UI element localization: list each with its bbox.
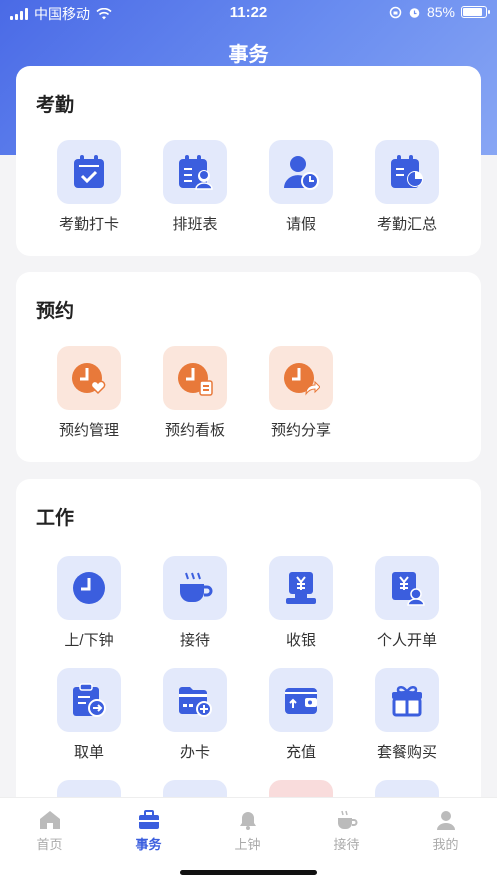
recharge-button[interactable]: 充值 — [248, 668, 354, 762]
attendance-summary-button[interactable]: 考勤汇总 — [354, 140, 460, 234]
briefcase-icon — [138, 810, 159, 829]
item-label: 收银 — [285, 632, 316, 649]
status-bar: 中国移动 11:22 85% — [0, 0, 497, 26]
person-order-icon — [392, 572, 425, 606]
item-label: 考勤打卡 — [58, 216, 119, 233]
section-title: 考勤 — [36, 95, 75, 116]
calendar-chart-icon — [391, 155, 423, 188]
home-indicator — [180, 870, 317, 875]
clock-heart-icon — [72, 363, 106, 395]
tab-label: 接待 — [333, 837, 360, 852]
attendance-checkin-button[interactable]: 考勤打卡 — [36, 140, 142, 234]
home-icon — [39, 811, 60, 829]
page-title: 事务 — [228, 44, 269, 66]
tab-mine[interactable]: 我的 — [396, 810, 495, 853]
item-label: 接待 — [179, 632, 210, 649]
bottom-tab-bar: 首页 事务 上钟 接待 我的 — [0, 797, 497, 883]
take-order-button[interactable]: 取单 — [36, 668, 142, 762]
bell-icon — [239, 812, 256, 830]
calendar-person-icon — [179, 155, 213, 190]
teacup-icon — [337, 810, 357, 829]
gift-icon — [392, 686, 422, 717]
teacup-icon — [180, 572, 213, 602]
cashier-button[interactable]: 收银 — [248, 556, 354, 650]
issue-card-button[interactable]: 办卡 — [142, 668, 248, 762]
tab-affairs[interactable]: 事务 — [99, 810, 198, 853]
item-label: 上/下钟 — [64, 632, 114, 649]
cashier-icon — [286, 572, 316, 604]
tab-label: 我的 — [432, 837, 459, 852]
item-label: 请假 — [285, 216, 316, 233]
person-clock-icon — [284, 156, 319, 190]
tab-clock-on[interactable]: 上钟 — [198, 810, 297, 853]
item-label: 预约看板 — [164, 422, 225, 439]
clock-board-icon — [178, 363, 213, 396]
calendar-check-icon — [74, 155, 104, 188]
section-title: 预约 — [36, 301, 75, 322]
appointment-share-button[interactable]: 预约分享 — [248, 346, 354, 440]
item-label: 个人开单 — [376, 632, 437, 649]
item-label: 充值 — [285, 744, 316, 761]
battery-icon — [461, 6, 490, 18]
card-add-icon — [179, 687, 212, 717]
item-label: 预约分享 — [270, 422, 331, 439]
rotation-lock-icon — [389, 6, 402, 18]
section-attendance: 考勤 考勤打卡 排班表 请假 考勤汇总 — [16, 66, 481, 256]
reception-button[interactable]: 接待 — [142, 556, 248, 650]
leave-button[interactable]: 请假 — [248, 140, 354, 234]
tab-label: 首页 — [36, 837, 63, 852]
schedule-button[interactable]: 排班表 — [142, 140, 248, 234]
personal-order-button[interactable]: 个人开单 — [354, 556, 460, 650]
battery-percent: 85% — [426, 4, 455, 20]
clock-icon — [73, 572, 105, 604]
wallet-icon — [285, 688, 317, 714]
section-appointment: 预约 预约管理 预约看板 预约分享 — [16, 272, 481, 462]
appointment-manage-button[interactable]: 预约管理 — [36, 346, 142, 440]
item-label: 取单 — [73, 744, 104, 761]
clock-in-out-button[interactable]: 上/下钟 — [36, 556, 142, 650]
item-label: 排班表 — [172, 216, 218, 233]
tab-label: 上钟 — [234, 837, 261, 852]
clipboard-arrow-icon — [73, 683, 106, 717]
item-label: 办卡 — [179, 744, 210, 761]
package-purchase-button[interactable]: 套餐购买 — [354, 668, 460, 762]
clock-share-icon — [284, 363, 320, 396]
section-title: 工作 — [36, 508, 75, 529]
appointment-board-button[interactable]: 预约看板 — [142, 346, 248, 440]
tab-reception[interactable]: 接待 — [297, 810, 396, 853]
item-label: 预约管理 — [58, 422, 119, 439]
alarm-icon — [409, 7, 420, 18]
item-label: 考勤汇总 — [376, 216, 437, 233]
item-label: 套餐购买 — [376, 744, 437, 761]
tab-home[interactable]: 首页 — [0, 810, 99, 853]
section-work: 工作 上/下钟 接待 收银 个人开单 取单 办卡 充值 套餐购买 — [16, 479, 481, 844]
tab-label: 事务 — [135, 837, 162, 852]
user-icon — [436, 811, 455, 830]
